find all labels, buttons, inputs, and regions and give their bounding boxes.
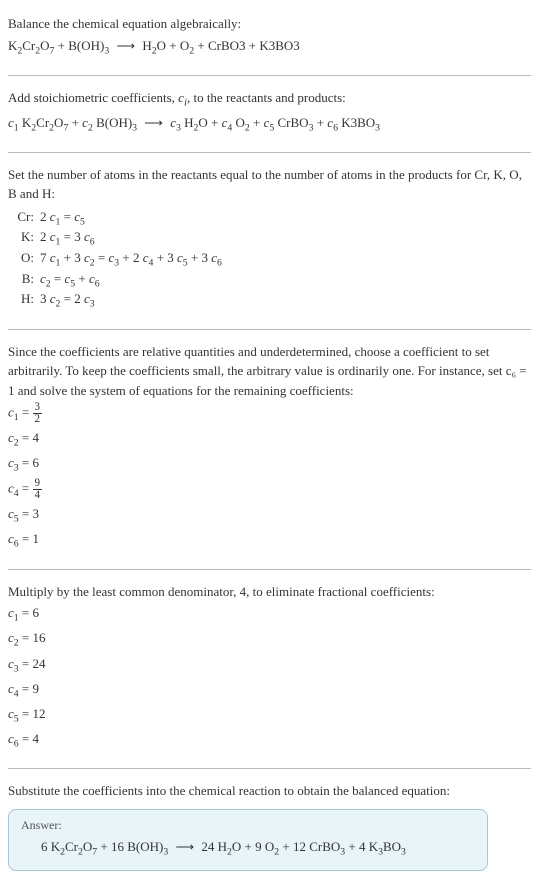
ci-var: ci <box>178 90 187 105</box>
sol-line: c3 = 6 <box>8 453 531 476</box>
balance-eq: c2 = c5 + c6 <box>40 270 228 291</box>
sol-val: 9 <box>33 681 40 696</box>
arrow-icon: ⟶ <box>171 839 198 854</box>
sol-val: 1 <box>33 531 40 546</box>
underdetermined-section: Since the coefficients are relative quan… <box>8 336 531 563</box>
page-title: Balance the chemical equation algebraica… <box>8 14 531 34</box>
divider <box>8 569 531 570</box>
atom-balance-table: Cr:2 c1 = c5 K:2 c1 = 3 c6 O:7 c1 + 3 c2… <box>8 208 228 311</box>
sol-line: c5 = 3 <box>8 504 531 527</box>
stoich-equation: c1 K2Cr2O7 + c2 B(OH)3 ⟶ c3 H2O + c4 O2 … <box>8 113 531 136</box>
sol-line: c4 = 9 <box>8 679 531 702</box>
table-row: O:7 c1 + 3 c2 = c3 + 2 c4 + 3 c5 + 3 c6 <box>8 249 228 270</box>
arrow-icon: ⟶ <box>140 115 167 130</box>
element-label: H: <box>8 290 40 311</box>
substitute-section: Substitute the coefficients into the che… <box>8 775 531 885</box>
underdet-text: Since the coefficients are relative quan… <box>8 342 531 401</box>
element-label: B: <box>8 270 40 291</box>
divider <box>8 152 531 153</box>
sol-val: 6 <box>33 605 40 620</box>
sol-val: 4 <box>33 430 40 445</box>
balance-eq: 7 c1 + 3 c2 = c3 + 2 c4 + 3 c5 + 3 c6 <box>40 249 228 270</box>
element-label: O: <box>8 249 40 270</box>
balance-eq: 3 c2 = 2 c3 <box>40 290 228 311</box>
sol-line: c6 = 4 <box>8 729 531 752</box>
sol-val: 24 <box>33 656 46 671</box>
element-label: K: <box>8 228 40 249</box>
divider <box>8 75 531 76</box>
sol-val: 6 <box>33 455 40 470</box>
arrow-icon: ⟶ <box>112 38 139 53</box>
sol-line: c3 = 24 <box>8 654 531 677</box>
atom-balance-section: Set the number of atoms in the reactants… <box>8 159 531 323</box>
sol-line: c4 = 94 <box>8 478 531 502</box>
sol-val: 12 <box>33 706 46 721</box>
eq1-rhs: H2O + O2 + CrBO3 + K3BO3 <box>142 38 299 53</box>
table-row: H:3 c2 = 2 c3 <box>8 290 228 311</box>
multiply-section: Multiply by the least common denominator… <box>8 576 531 763</box>
sol-line: c5 = 12 <box>8 704 531 727</box>
sol-line: c1 = 32 <box>8 402 531 426</box>
frac-den: 4 <box>33 490 43 501</box>
sol-val: 3 <box>33 506 40 521</box>
stoich-intro: Add stoichiometric coefficients, ci, to … <box>8 88 531 111</box>
title-section: Balance the chemical equation algebraica… <box>8 8 531 69</box>
sol-line: c2 = 16 <box>8 628 531 651</box>
fraction: 32 <box>33 402 43 425</box>
sol-line: c1 = 6 <box>8 603 531 626</box>
sol-val: 4 <box>33 731 40 746</box>
balance-eq: 2 c1 = 3 c6 <box>40 228 228 249</box>
answer-box: Answer: 6 K2Cr2O7 + 16 B(OH)3 ⟶ 24 H2O +… <box>8 809 488 871</box>
divider <box>8 768 531 769</box>
eq1-lhs: K2Cr2O7 + B(OH)3 <box>8 38 109 53</box>
balanced-equation: 6 K2Cr2O7 + 16 B(OH)3 ⟶ 24 H2O + 9 O2 + … <box>21 837 475 860</box>
table-row: K:2 c1 = 3 c6 <box>8 228 228 249</box>
fraction: 94 <box>33 478 43 501</box>
table-row: Cr:2 c1 = c5 <box>8 208 228 229</box>
stoich-after: , to the reactants and products: <box>187 90 346 105</box>
subst-text: Substitute the coefficients into the che… <box>8 781 531 801</box>
divider <box>8 329 531 330</box>
frac-den: 2 <box>33 414 43 425</box>
balance-eq: 2 c1 = c5 <box>40 208 228 229</box>
unbalanced-equation: K2Cr2O7 + B(OH)3 ⟶ H2O + O2 + CrBO3 + K3… <box>8 36 531 59</box>
stoich-section: Add stoichiometric coefficients, ci, to … <box>8 82 531 146</box>
sol-line: c2 = 4 <box>8 428 531 451</box>
element-label: Cr: <box>8 208 40 229</box>
sol-val: 16 <box>33 630 46 645</box>
answer-label: Answer: <box>21 818 475 833</box>
sol-line: c6 = 1 <box>8 529 531 552</box>
table-row: B:c2 = c5 + c6 <box>8 270 228 291</box>
atoms-intro: Set the number of atoms in the reactants… <box>8 165 531 204</box>
mult-text: Multiply by the least common denominator… <box>8 582 531 602</box>
stoich-text: Add stoichiometric coefficients, <box>8 90 175 105</box>
